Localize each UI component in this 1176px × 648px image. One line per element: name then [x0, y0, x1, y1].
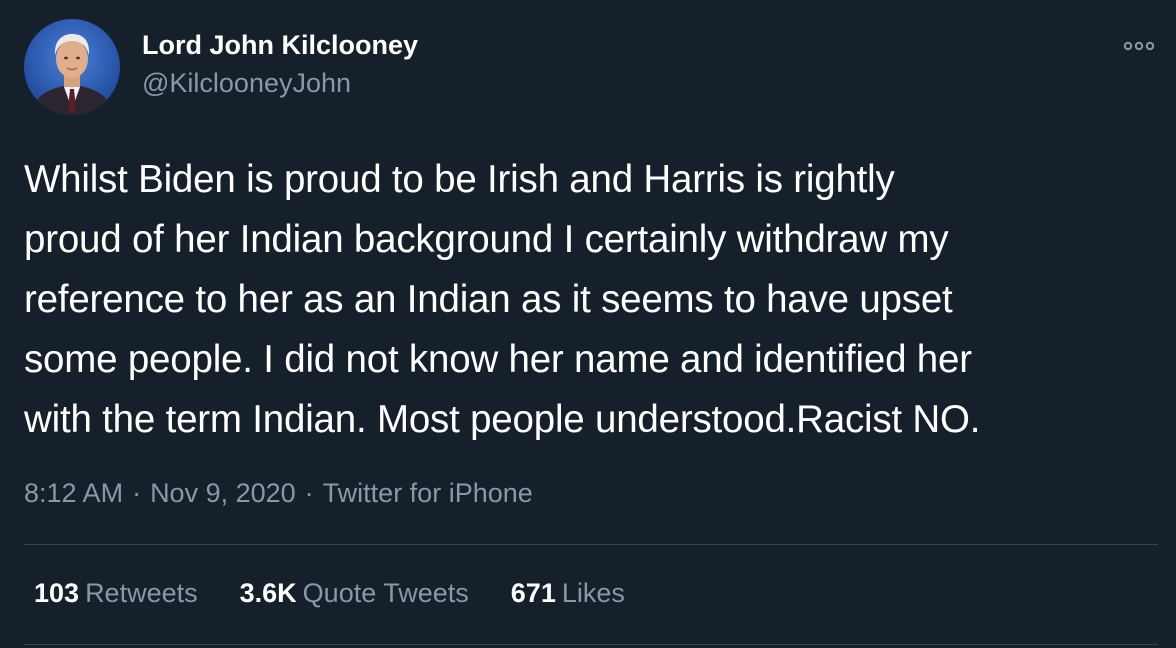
divider — [24, 644, 1158, 645]
tweet-meta: 8:12 AM · Nov 9, 2020 · Twitter for iPhone — [24, 478, 533, 509]
tweet-stats: 103 Retweets 3.6K Quote Tweets 671 Likes — [34, 578, 625, 609]
likes-count: 671 — [510, 578, 556, 608]
tweet-text-line: Whilst Biden is proud to be Irish and Ha… — [24, 158, 895, 201]
quote-tweets-count: 3.6K — [239, 578, 297, 608]
retweets-count: 103 — [34, 578, 80, 608]
avatar[interactable] — [24, 19, 120, 115]
user-handle[interactable]: @KilclooneyJohn — [142, 68, 351, 99]
more-options-icon[interactable] — [1122, 36, 1156, 56]
tweet-text-line: with the term Indian. Most people unders… — [24, 398, 981, 441]
display-name[interactable]: Lord John Kilclooney — [142, 30, 418, 61]
retweets-label: Retweets — [85, 578, 198, 608]
retweets-stat[interactable]: 103 Retweets — [34, 578, 198, 609]
tweet-time[interactable]: 8:12 AM — [24, 478, 123, 508]
tweet-card: Lord John Kilclooney @KilclooneyJohn Whi… — [0, 0, 1176, 648]
meta-separator: · — [132, 478, 142, 508]
tweet-date[interactable]: Nov 9, 2020 — [150, 478, 296, 508]
meta-separator: · — [304, 478, 314, 508]
divider — [24, 544, 1158, 545]
likes-stat[interactable]: 671 Likes — [511, 578, 625, 609]
likes-label: Likes — [561, 578, 625, 608]
profile-photo-icon — [24, 19, 120, 115]
tweet-source[interactable]: Twitter for iPhone — [323, 478, 533, 508]
quote-tweets-stat[interactable]: 3.6K Quote Tweets — [240, 578, 469, 609]
tweet-text: Whilst Biden is proud to be Irish and Ha… — [24, 150, 1152, 450]
tweet-text-line: some people. I did not know her name and… — [24, 338, 972, 381]
tweet-text-line: proud of her Indian background I certain… — [24, 218, 949, 261]
quote-tweets-label: Quote Tweets — [302, 578, 469, 608]
tweet-text-line: reference to her as an Indian as it seem… — [24, 278, 953, 321]
